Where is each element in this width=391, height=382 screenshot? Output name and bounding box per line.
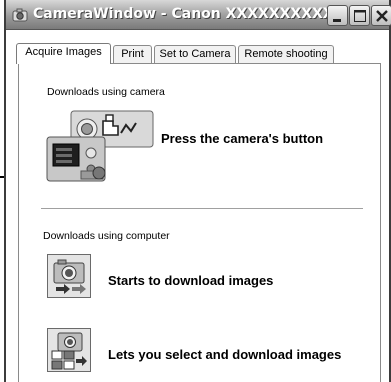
- camera-download-icon[interactable]: [47, 254, 91, 298]
- section-divider: [41, 208, 363, 210]
- select-and-download-label[interactable]: Lets you select and download images: [108, 347, 341, 362]
- acquire-images-panel: Downloads using camera Press the camera'…: [18, 63, 381, 382]
- computer-section-heading: Downloads using computer: [43, 230, 170, 242]
- minimize-button[interactable]: [327, 5, 348, 26]
- window-title: CameraWindow - Canon XXXXXXXXXXX: [33, 6, 345, 22]
- maximize-button[interactable]: [349, 5, 370, 26]
- start-download-label[interactable]: Starts to download images: [108, 273, 273, 288]
- press-camera-button-label[interactable]: Press the camera's button: [161, 131, 323, 146]
- close-button[interactable]: [371, 5, 391, 26]
- camera-button-icon[interactable]: [45, 107, 155, 185]
- tab-print[interactable]: Print: [113, 45, 152, 63]
- tab-set-to-camera[interactable]: Set to Camera: [154, 45, 236, 63]
- tab-acquire-images[interactable]: Acquire Images: [16, 43, 111, 64]
- camera-section-heading: Downloads using camera: [47, 86, 165, 98]
- camera-window-app-icon: [12, 7, 28, 23]
- camera-window: CameraWindow - Canon XXXXXXXXXXX Acquire…: [4, 0, 391, 382]
- title-bar[interactable]: CameraWindow - Canon XXXXXXXXXXX: [6, 0, 391, 30]
- tab-remote-shooting[interactable]: Remote shooting: [238, 45, 334, 63]
- select-download-icon[interactable]: [47, 328, 91, 372]
